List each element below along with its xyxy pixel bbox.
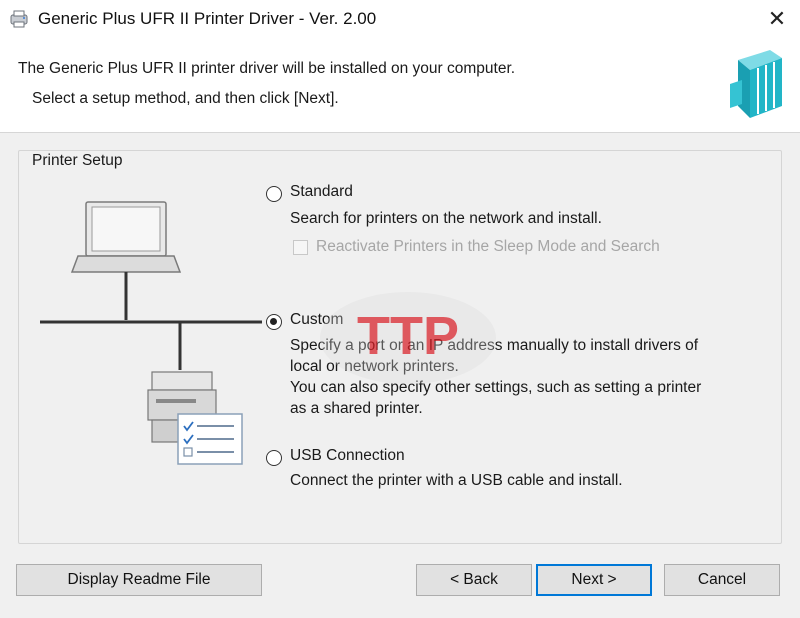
standard-label[interactable]: Standard <box>290 183 353 201</box>
standard-radio[interactable] <box>266 186 282 202</box>
network-printer-diagram <box>40 201 262 465</box>
display-readme-button[interactable]: Display Readme File <box>16 564 262 596</box>
custom-description-line-3: You can also specify other settings, suc… <box>290 379 702 396</box>
window-title: Generic Plus UFR II Printer Driver - Ver… <box>38 9 377 28</box>
usb-connection-description: Connect the printer with a USB cable and… <box>290 472 623 489</box>
custom-description-line-2: local or network printers. <box>290 358 459 375</box>
next-button[interactable]: Next > <box>536 564 652 596</box>
printer-setup-title: Printer Setup <box>30 152 125 170</box>
standard-description: Search for printers on the network and i… <box>290 210 602 227</box>
reactivate-sleep-checkbox[interactable] <box>293 240 308 255</box>
title-bar: Generic Plus UFR II Printer Driver - Ver… <box>0 0 800 38</box>
custom-description-line-1: Specify a port or an IP address manually… <box>290 337 699 354</box>
canon-printer-driver-icon <box>730 50 782 118</box>
custom-label[interactable]: Custom <box>290 311 343 329</box>
custom-description-line-4: as a shared printer. <box>290 400 423 417</box>
cancel-button[interactable]: Cancel <box>664 564 780 596</box>
printer-app-icon <box>10 10 28 28</box>
usb-connection-label[interactable]: USB Connection <box>290 447 405 465</box>
close-button[interactable]: ✕ <box>754 0 800 38</box>
header-panel: The Generic Plus UFR II printer driver w… <box>0 38 800 133</box>
header-instruction: The Generic Plus UFR II printer driver w… <box>18 60 516 77</box>
usb-connection-radio[interactable] <box>266 450 282 466</box>
custom-radio[interactable] <box>266 314 282 330</box>
header-subinstruction: Select a setup method, and then click [N… <box>32 90 339 107</box>
reactivate-sleep-label: Reactivate Printers in the Sleep Mode an… <box>316 238 660 255</box>
back-button[interactable]: < Back <box>416 564 532 596</box>
